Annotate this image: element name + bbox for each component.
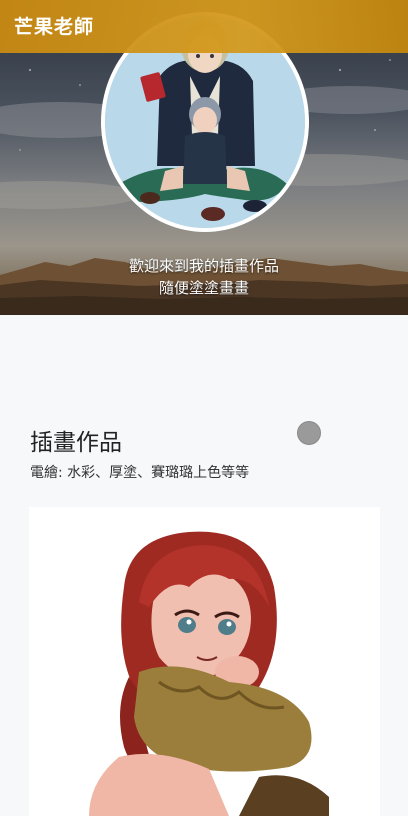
hero-banner: 芒果老師 歡迎來到我的插畫作品 隨便塗塗畫畫 (0, 0, 408, 315)
page: 芒果老師 歡迎來到我的插畫作品 隨便塗塗畫畫 插畫作品 電繪: 水彩、厚塗、賽璐… (0, 0, 408, 816)
welcome-line-1: 歡迎來到我的插畫作品 (128, 257, 279, 275)
welcome-message: 歡迎來到我的插畫作品 隨便塗塗畫畫 (0, 255, 408, 299)
artwork-card[interactable] (29, 507, 380, 816)
welcome-line-2: 隨便塗塗畫畫 (158, 279, 249, 297)
section-subtitle: 電繪: 水彩、厚塗、賽璐璐上色等等 (30, 465, 250, 481)
section-title: 插畫作品 (30, 430, 122, 456)
scroll-indicator[interactable] (297, 421, 321, 445)
site-title[interactable]: 芒果老師 (14, 12, 94, 39)
artwork-illustration-icon (29, 507, 380, 816)
